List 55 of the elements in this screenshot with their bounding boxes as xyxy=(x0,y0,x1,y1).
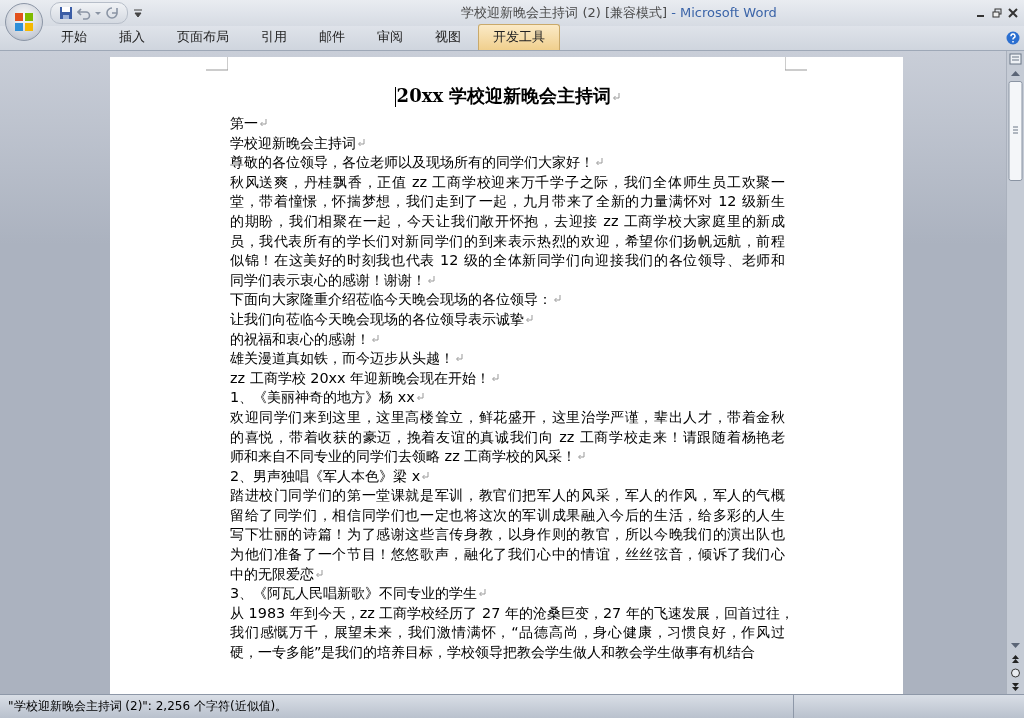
undo-icon[interactable] xyxy=(77,6,91,20)
text-line: 堂，带着憧憬，怀揣梦想，我们走到了一起，九月带来了全新的力量满怀对 12 级新生 xyxy=(230,192,785,212)
text-line: 秋风送爽，丹桂飘香，正值 zz 工商学校迎来万千学子之际，我们全体师生员工欢聚一 xyxy=(230,172,785,192)
save-icon[interactable] xyxy=(59,6,73,20)
help-icon[interactable] xyxy=(1006,31,1020,45)
document-title: 学校迎新晚会主持词 (2) [兼容模式] xyxy=(461,5,669,20)
ruler-toggle-icon[interactable] xyxy=(1008,51,1023,67)
text-line: 踏进校门同学们的第一堂课就是军训，教官们把军人的风采，军人的作风，军人的气概 xyxy=(230,486,785,506)
text-line: 的祝福和衷心的感谢！ xyxy=(230,330,370,347)
restore-icon[interactable] xyxy=(992,8,1002,18)
text-line: 2、男声独唱《军人本色》梁 x xyxy=(230,467,421,484)
text-line: 的期盼，我们相聚在一起，今天让我们敞开怀抱，去迎接 zz 工商学校大家庭里的新成 xyxy=(230,211,785,231)
text-line: 中的无限爱恋 xyxy=(230,565,314,582)
paragraph-mark-icon xyxy=(612,93,621,102)
customize-toolbar-icon[interactable] xyxy=(134,7,142,18)
text-line: 尊敬的各位领导，各位老师以及现场所有的同学们大家好！ xyxy=(230,154,594,171)
text-line: 欢迎同学们来到这里，这里高楼耸立，鲜花盛开，这里治学严谨，辈出人才，带着金秋 xyxy=(230,407,785,427)
crop-mark-icon xyxy=(206,57,228,71)
ribbon-tab[interactable]: 审阅 xyxy=(362,24,418,50)
text-line: 雄关漫道真如铁，而今迈步从头越！ xyxy=(230,350,454,367)
crop-mark-icon xyxy=(785,57,807,71)
ribbon-tab[interactable]: 邮件 xyxy=(304,24,360,50)
ribbon-tab[interactable]: 插入 xyxy=(104,24,160,50)
ribbon-tab[interactable]: 视图 xyxy=(420,24,476,50)
ribbon-tab[interactable]: 引用 xyxy=(246,24,302,50)
text-line: 写下壮丽的诗篇！为了感谢这些言传身教，以身作则的教官，所以今晚我们的演出队也 xyxy=(230,525,785,545)
text-line: 留给了同学们，相信同学们也一定也将这次的军训成果融入今后的生活，给多彩的人生 xyxy=(230,505,785,525)
text-line: 3、《阿瓦人民唱新歌》不同专业的学生 xyxy=(230,585,478,602)
ribbon-tab[interactable]: 开始 xyxy=(46,24,102,50)
browse-object-icon[interactable] xyxy=(1008,666,1023,680)
text-line: 员，我代表所有的学长们对新同学们的到来表示热烈的欢迎，希望你们扬帆远航，前程 xyxy=(230,231,785,251)
text-line: 我们感慨万千，展望未来，我们激情满怀，“品德高尚，身心健康，习惯良好，作风过 xyxy=(230,623,785,643)
text-line: 同学们表示衷心的感谢！谢谢！ xyxy=(230,271,426,288)
text-line: 学校迎新晚会主持词 xyxy=(230,134,356,151)
text-line: 第一 xyxy=(230,115,258,131)
text-cursor xyxy=(394,87,396,107)
text-line: 下面向大家隆重介绍莅临今天晚会现场的各位领导： xyxy=(230,291,552,308)
ribbon-tab[interactable]: 开发工具 xyxy=(478,24,560,50)
document-heading: 20xx 学校迎新晚会主持词 xyxy=(396,85,612,106)
scrollbar-thumb[interactable] xyxy=(1008,81,1023,181)
text-line: 为他们准备了一个节目！悠悠歌声，融化了我们心中的情谊，丝丝弦音，倾诉了我们心 xyxy=(230,545,785,565)
ribbon-tab[interactable]: 页面布局 xyxy=(162,24,244,50)
word-count-status[interactable]: "学校迎新晚会主持词 (2)": 2,256 个字符(近似值)。 xyxy=(8,698,288,715)
text-line: zz 工商学校 20xx 年迎新晚会现在开始！ xyxy=(230,369,491,386)
redo-icon[interactable] xyxy=(105,6,119,20)
text-line: 的喜悦，带着收获的豪迈，挽着友谊的真诚我们向 zz 工商学校走来！请跟随着杨艳老 xyxy=(230,427,785,447)
app-name: - Microsoft Word xyxy=(671,5,777,20)
close-icon[interactable] xyxy=(1008,8,1018,18)
text-line: 1、《美丽神奇的地方》杨 xx xyxy=(230,389,415,406)
text-line: 似锦！在这美好的时刻我也代表 12 级的全体新同学们向迎接我们的各位领导、老师和 xyxy=(230,251,785,271)
office-button[interactable] xyxy=(5,3,43,41)
office-logo-icon xyxy=(13,11,35,33)
text-line: 硬，一专多能”是我们的培养目标，学校领导把教会学生做人和教会学生做事有机结合 xyxy=(230,644,756,661)
text-line: 师和来自不同专业的同学们去领略 zz 工商学校的风采！ xyxy=(230,448,577,465)
text-line: 让我们向莅临今天晚会现场的各位领导表示诚挚 xyxy=(230,310,524,327)
